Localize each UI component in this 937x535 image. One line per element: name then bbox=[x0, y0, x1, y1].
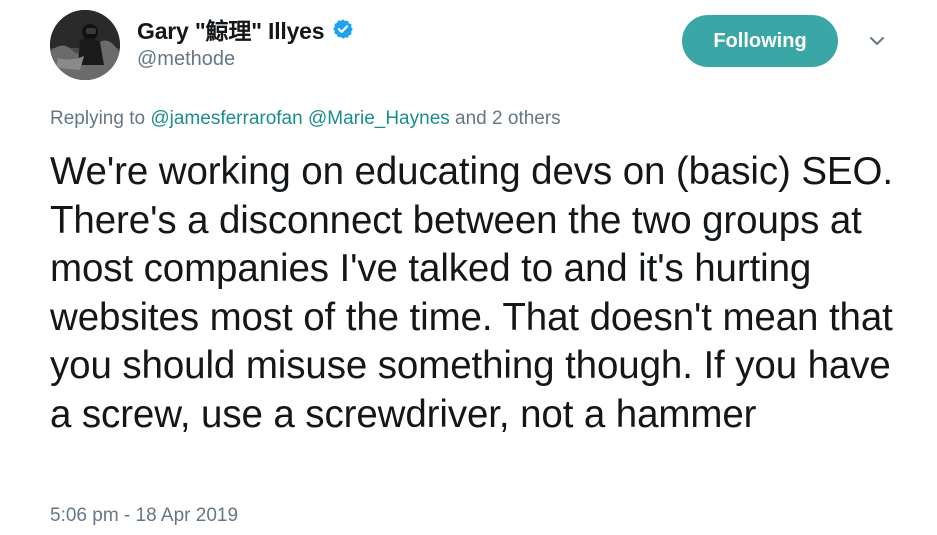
chevron-down-icon[interactable] bbox=[866, 30, 888, 52]
following-button[interactable]: Following bbox=[682, 15, 838, 67]
tweet-timestamp[interactable]: 5:06 pm - 18 Apr 2019 bbox=[50, 505, 238, 527]
author-name-row[interactable]: Gary "鯨理" Illyes bbox=[137, 12, 354, 46]
verified-badge-icon bbox=[332, 18, 354, 40]
avatar[interactable] bbox=[50, 10, 120, 80]
tweet-text: We're working on educating devs on (basi… bbox=[50, 150, 893, 436]
mention-link[interactable]: @Marie_Haynes bbox=[308, 108, 450, 129]
replying-to-label: Replying to bbox=[50, 108, 146, 129]
replying-to-others[interactable]: and 2 others bbox=[455, 108, 561, 129]
mention-link[interactable]: @jamesferrarofan bbox=[150, 108, 302, 129]
author-handle[interactable]: @methode bbox=[137, 48, 235, 71]
replying-to-line: Replying to @jamesferrarofan @Marie_Hayn… bbox=[50, 108, 561, 130]
display-name[interactable]: Gary "鯨理" Illyes bbox=[137, 12, 325, 46]
